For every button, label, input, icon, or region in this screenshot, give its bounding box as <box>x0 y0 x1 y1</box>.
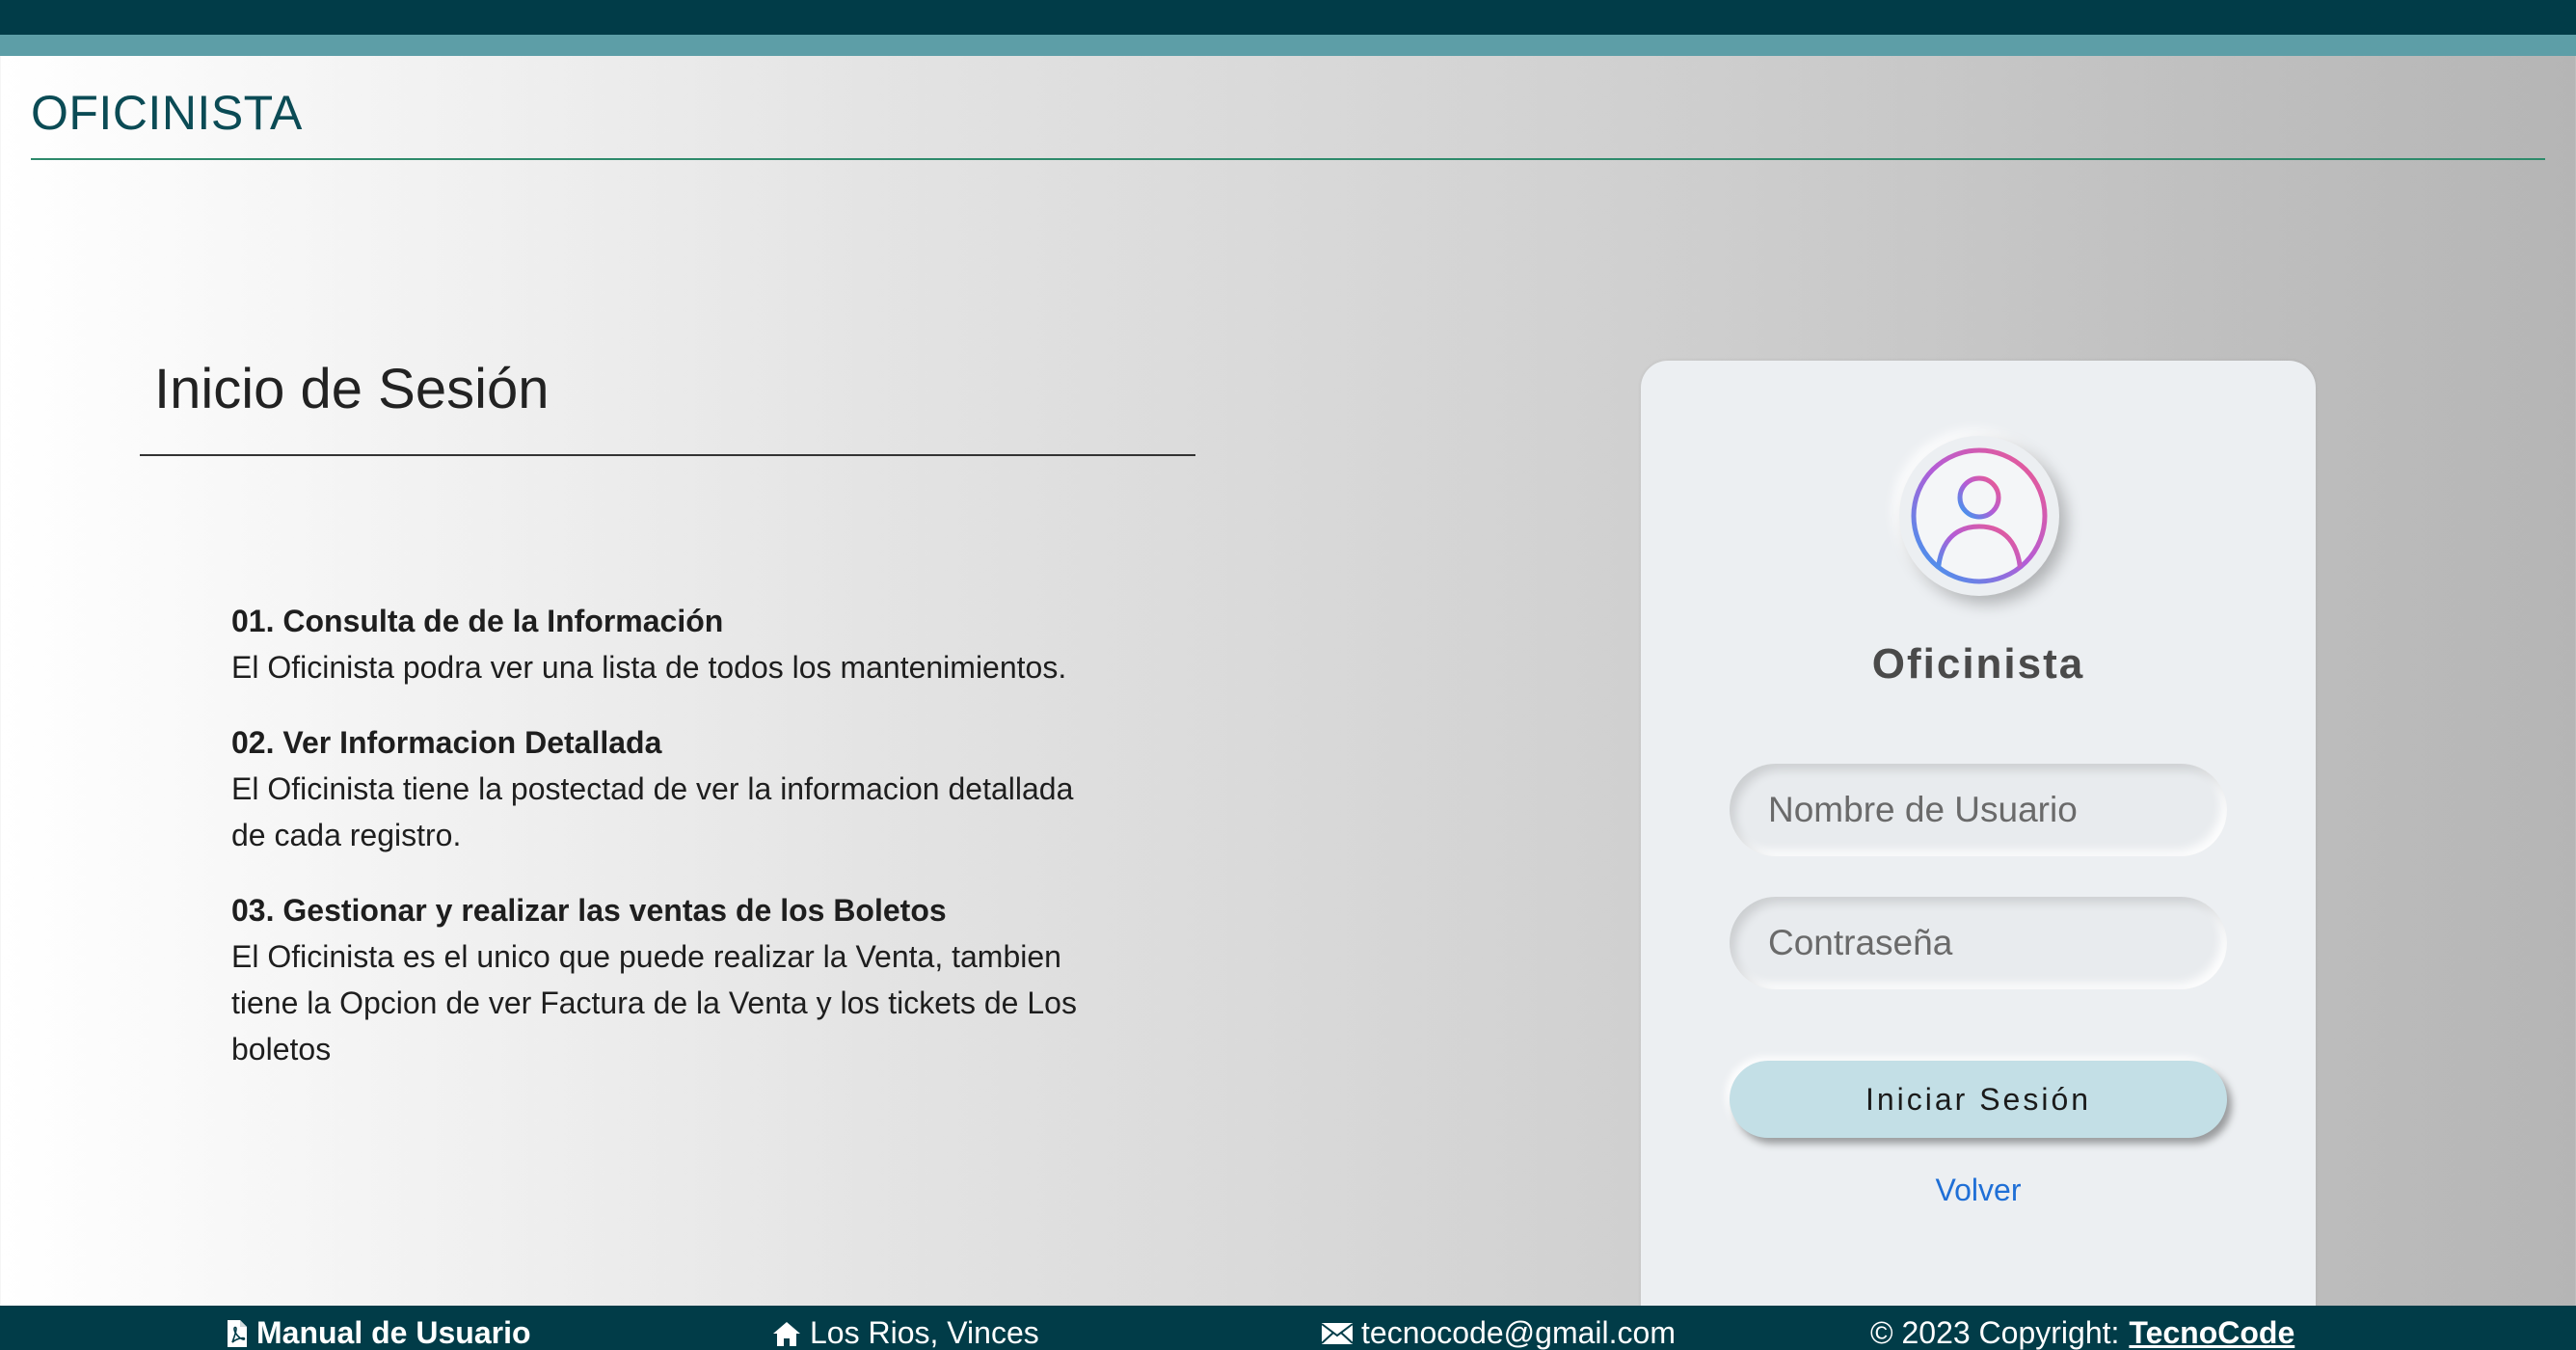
pdf-file-icon <box>228 1319 247 1347</box>
role-name: Oficinista <box>1871 640 2085 688</box>
back-link[interactable]: Volver <box>1641 1173 2316 1208</box>
footer-copyright: © 2023 Copyright: TecnoCode <box>1870 1315 2294 1350</box>
login-button[interactable]: Iniciar Sesión <box>1730 1061 2227 1138</box>
login-heading: Inicio de Sesión <box>154 358 550 420</box>
password-input[interactable] <box>1730 897 2227 989</box>
username-input[interactable] <box>1730 764 2227 856</box>
brand-link[interactable]: TecnoCode <box>2129 1315 2294 1350</box>
feature-title: 02. Ver Informacion Detallada <box>231 725 662 760</box>
envelope-icon <box>1321 1322 1354 1344</box>
feature-description: El Oficinista podra ver una lista de tod… <box>231 650 1067 685</box>
top-navbar-stripe <box>0 35 2576 56</box>
user-manual-label: Manual de Usuario <box>256 1315 531 1350</box>
feature-title: 01. Consulta de de la Información <box>231 604 724 638</box>
feature-list: 01. Consulta de de la Información El Ofi… <box>231 598 1099 1101</box>
copyright-text: © 2023 Copyright: <box>1870 1315 2120 1350</box>
page-title: OFICINISTA <box>31 86 303 140</box>
home-icon <box>773 1321 800 1346</box>
feature-item: 02. Ver Informacion Detallada El Oficini… <box>231 719 1099 858</box>
title-divider <box>31 158 2545 160</box>
footer: Manual de Usuario Los Rios, Vinces tecno… <box>0 1306 2576 1350</box>
avatar <box>1899 436 2059 596</box>
feature-title: 03. Gestionar y realizar las ventas de l… <box>231 893 947 928</box>
login-card: Oficinista Iniciar Sesión Volver <box>1641 361 2316 1350</box>
feature-description: El Oficinista tiene la postectad de ver … <box>231 771 1074 852</box>
user-circle-icon <box>1911 447 2048 584</box>
feature-description: El Oficinista es el unico que puede real… <box>231 939 1077 1066</box>
user-manual-link[interactable]: Manual de Usuario <box>226 1315 531 1350</box>
heading-divider <box>140 454 1195 456</box>
address-text: Los Rios, Vinces <box>810 1315 1039 1350</box>
footer-email: tecnocode@gmail.com <box>1321 1315 1676 1350</box>
feature-item: 03. Gestionar y realizar las ventas de l… <box>231 887 1099 1072</box>
email-text: tecnocode@gmail.com <box>1361 1315 1676 1350</box>
footer-address: Los Rios, Vinces <box>771 1315 1039 1350</box>
feature-item: 01. Consulta de de la Información El Ofi… <box>231 598 1099 690</box>
top-navbar <box>0 0 2576 35</box>
